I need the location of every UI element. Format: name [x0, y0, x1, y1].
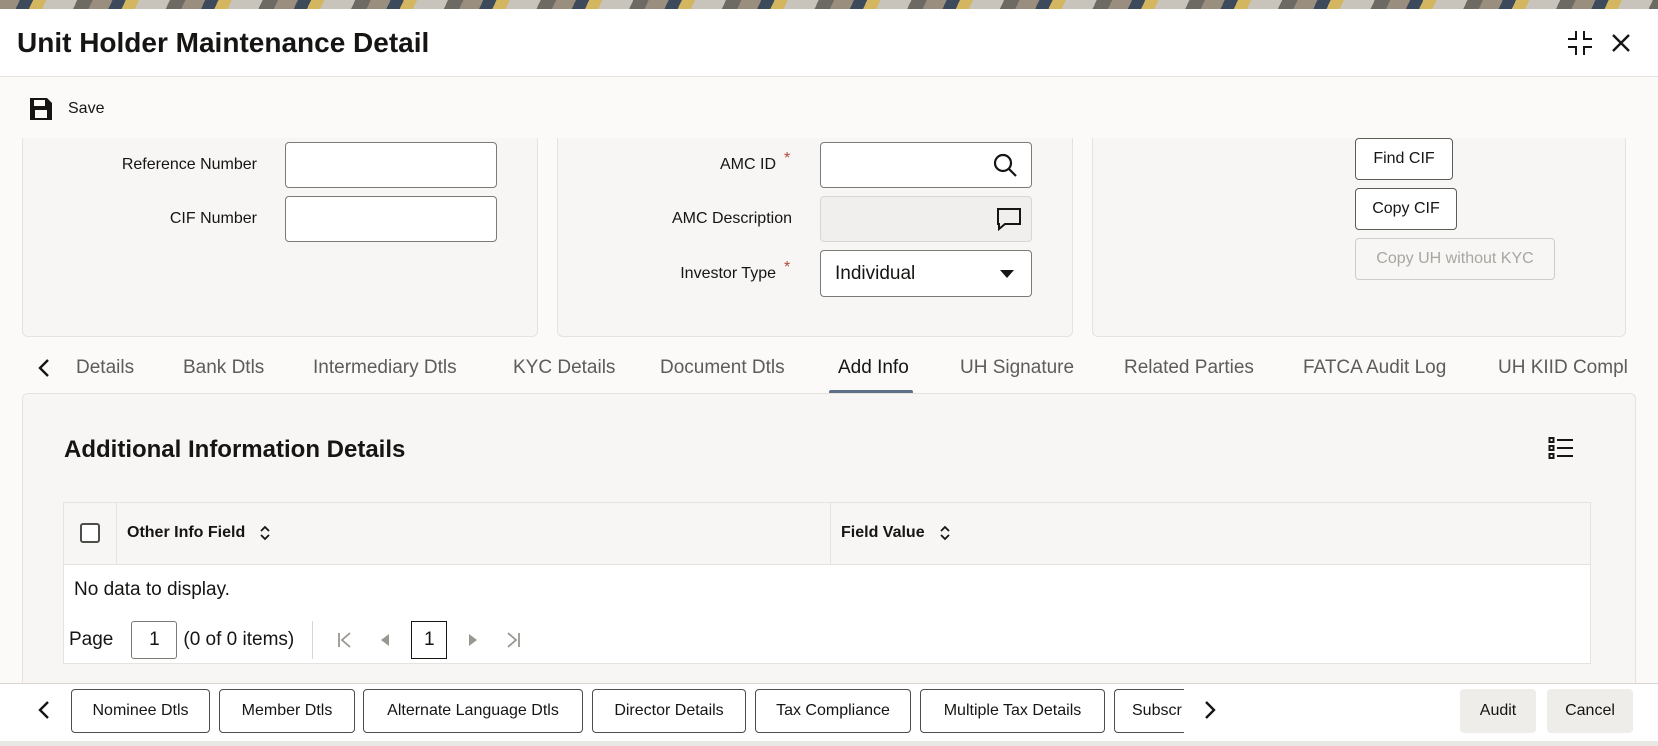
- footer-scroll-right-icon[interactable]: [1196, 696, 1224, 724]
- alternate-language-dtls-button[interactable]: Alternate Language Dtls: [363, 689, 583, 733]
- sort-icon: [939, 525, 950, 541]
- audit-button[interactable]: Audit: [1460, 689, 1536, 733]
- window-header: Unit Holder Maintenance Detail: [0, 9, 1658, 77]
- investor-type-label: Investor Type: [680, 265, 776, 282]
- close-icon[interactable]: [1603, 25, 1639, 61]
- column-list-icon[interactable]: [1548, 436, 1574, 465]
- bottom-strip: [0, 741, 1658, 746]
- toolbar: Save: [0, 78, 1658, 138]
- footer-scroll-left-icon[interactable]: [30, 696, 58, 724]
- column-header-field-value[interactable]: Field Value: [841, 524, 951, 542]
- tab-add-info[interactable]: Add Info: [838, 357, 909, 379]
- chevron-down-icon: [1000, 270, 1014, 278]
- section-title: Additional Information Details: [64, 436, 406, 463]
- investor-type-required-marker: *: [784, 259, 791, 276]
- column-header-label: Field Value: [841, 524, 925, 541]
- reference-number-label: Reference Number: [121, 156, 257, 173]
- footer-bar: Nominee Dtls Member Dtls Alternate Langu…: [0, 683, 1658, 746]
- cif-number-label: CIF Number: [169, 210, 257, 227]
- last-page-icon[interactable]: [499, 626, 527, 654]
- form-panel-middle: AMC ID * AMC Description Investor Type *…: [557, 138, 1073, 337]
- page-number-input[interactable]: 1: [131, 621, 178, 659]
- floppy-disk-icon: [30, 98, 52, 120]
- tab-bar: Details Bank Dtls Intermediary Dtls KYC …: [22, 340, 1636, 394]
- amc-id-required-marker: *: [784, 150, 791, 167]
- expand-icon[interactable]: [1562, 25, 1598, 61]
- member-dtls-button[interactable]: Member Dtls: [219, 689, 355, 733]
- page-label: Page: [69, 629, 114, 650]
- pagination: Page 1 (0 of 0 items) 1: [69, 621, 539, 659]
- save-button[interactable]: Save: [28, 94, 104, 124]
- director-details-button[interactable]: Director Details: [592, 689, 746, 733]
- tab-details[interactable]: Details: [76, 357, 134, 379]
- previous-page-icon[interactable]: [371, 626, 399, 654]
- tab-related-parties[interactable]: Related Parties: [1124, 357, 1254, 379]
- column-header-label: Other Info Field: [127, 524, 246, 541]
- form-panel-right: Find CIF Copy CIF Copy UH without KYC: [1092, 138, 1626, 337]
- next-page-icon[interactable]: [459, 626, 487, 654]
- decorative-top-band: [0, 0, 1658, 9]
- tab-bank-dtls[interactable]: Bank Dtls: [183, 357, 264, 379]
- copy-uh-without-kyc-button[interactable]: Copy UH without KYC: [1355, 238, 1555, 280]
- comment-icon[interactable]: [994, 204, 1024, 234]
- items-count: (0 of 0 items): [183, 629, 295, 650]
- table-header: Other Info Field Field Value: [64, 503, 1590, 565]
- multiple-tax-details-button[interactable]: Multiple Tax Details: [920, 689, 1105, 733]
- add-info-content: Additional Information Details Other Inf…: [22, 393, 1636, 683]
- tab-intermediary-dtls[interactable]: Intermediary Dtls: [313, 357, 457, 379]
- column-separator: [830, 503, 831, 565]
- info-table: Other Info Field Field Value No data to …: [63, 502, 1591, 664]
- first-page-icon[interactable]: [331, 626, 359, 654]
- cancel-button[interactable]: Cancel: [1547, 689, 1633, 733]
- copy-cif-button[interactable]: Copy CIF: [1355, 188, 1457, 230]
- tab-scroll-left-icon[interactable]: [30, 354, 58, 382]
- tab-kyc-details[interactable]: KYC Details: [513, 357, 615, 379]
- form-panel-left: Reference Number CIF Number: [22, 138, 538, 337]
- amc-id-label: AMC ID: [720, 156, 776, 173]
- column-header-other-info-field[interactable]: Other Info Field: [127, 524, 271, 542]
- tab-uh-signature[interactable]: UH Signature: [960, 357, 1074, 379]
- amc-description-label: AMC Description: [671, 210, 792, 227]
- current-page-button[interactable]: 1: [411, 621, 448, 659]
- investor-type-value: Individual: [835, 262, 916, 284]
- subscription-button[interactable]: Subscr: [1114, 689, 1184, 733]
- save-label: Save: [68, 100, 105, 117]
- tab-document-dtls[interactable]: Document Dtls: [660, 357, 785, 379]
- investor-type-select[interactable]: Individual: [820, 250, 1032, 297]
- nominee-dtls-button[interactable]: Nominee Dtls: [71, 689, 210, 733]
- reference-number-input[interactable]: [285, 142, 497, 188]
- select-all-checkbox[interactable]: [80, 523, 100, 543]
- empty-message: No data to display.: [74, 579, 230, 600]
- cif-number-input[interactable]: [285, 196, 497, 242]
- tab-fatca-audit-log[interactable]: FATCA Audit Log: [1303, 357, 1446, 379]
- tax-compliance-button[interactable]: Tax Compliance: [755, 689, 911, 733]
- page-title: Unit Holder Maintenance Detail: [17, 27, 430, 58]
- pager-separator: [312, 621, 314, 659]
- column-separator: [116, 503, 117, 565]
- search-icon[interactable]: [990, 150, 1020, 180]
- find-cif-button[interactable]: Find CIF: [1355, 138, 1453, 180]
- tab-uh-kiid-compl[interactable]: UH KIID Compl: [1498, 357, 1628, 379]
- sort-icon: [260, 525, 270, 541]
